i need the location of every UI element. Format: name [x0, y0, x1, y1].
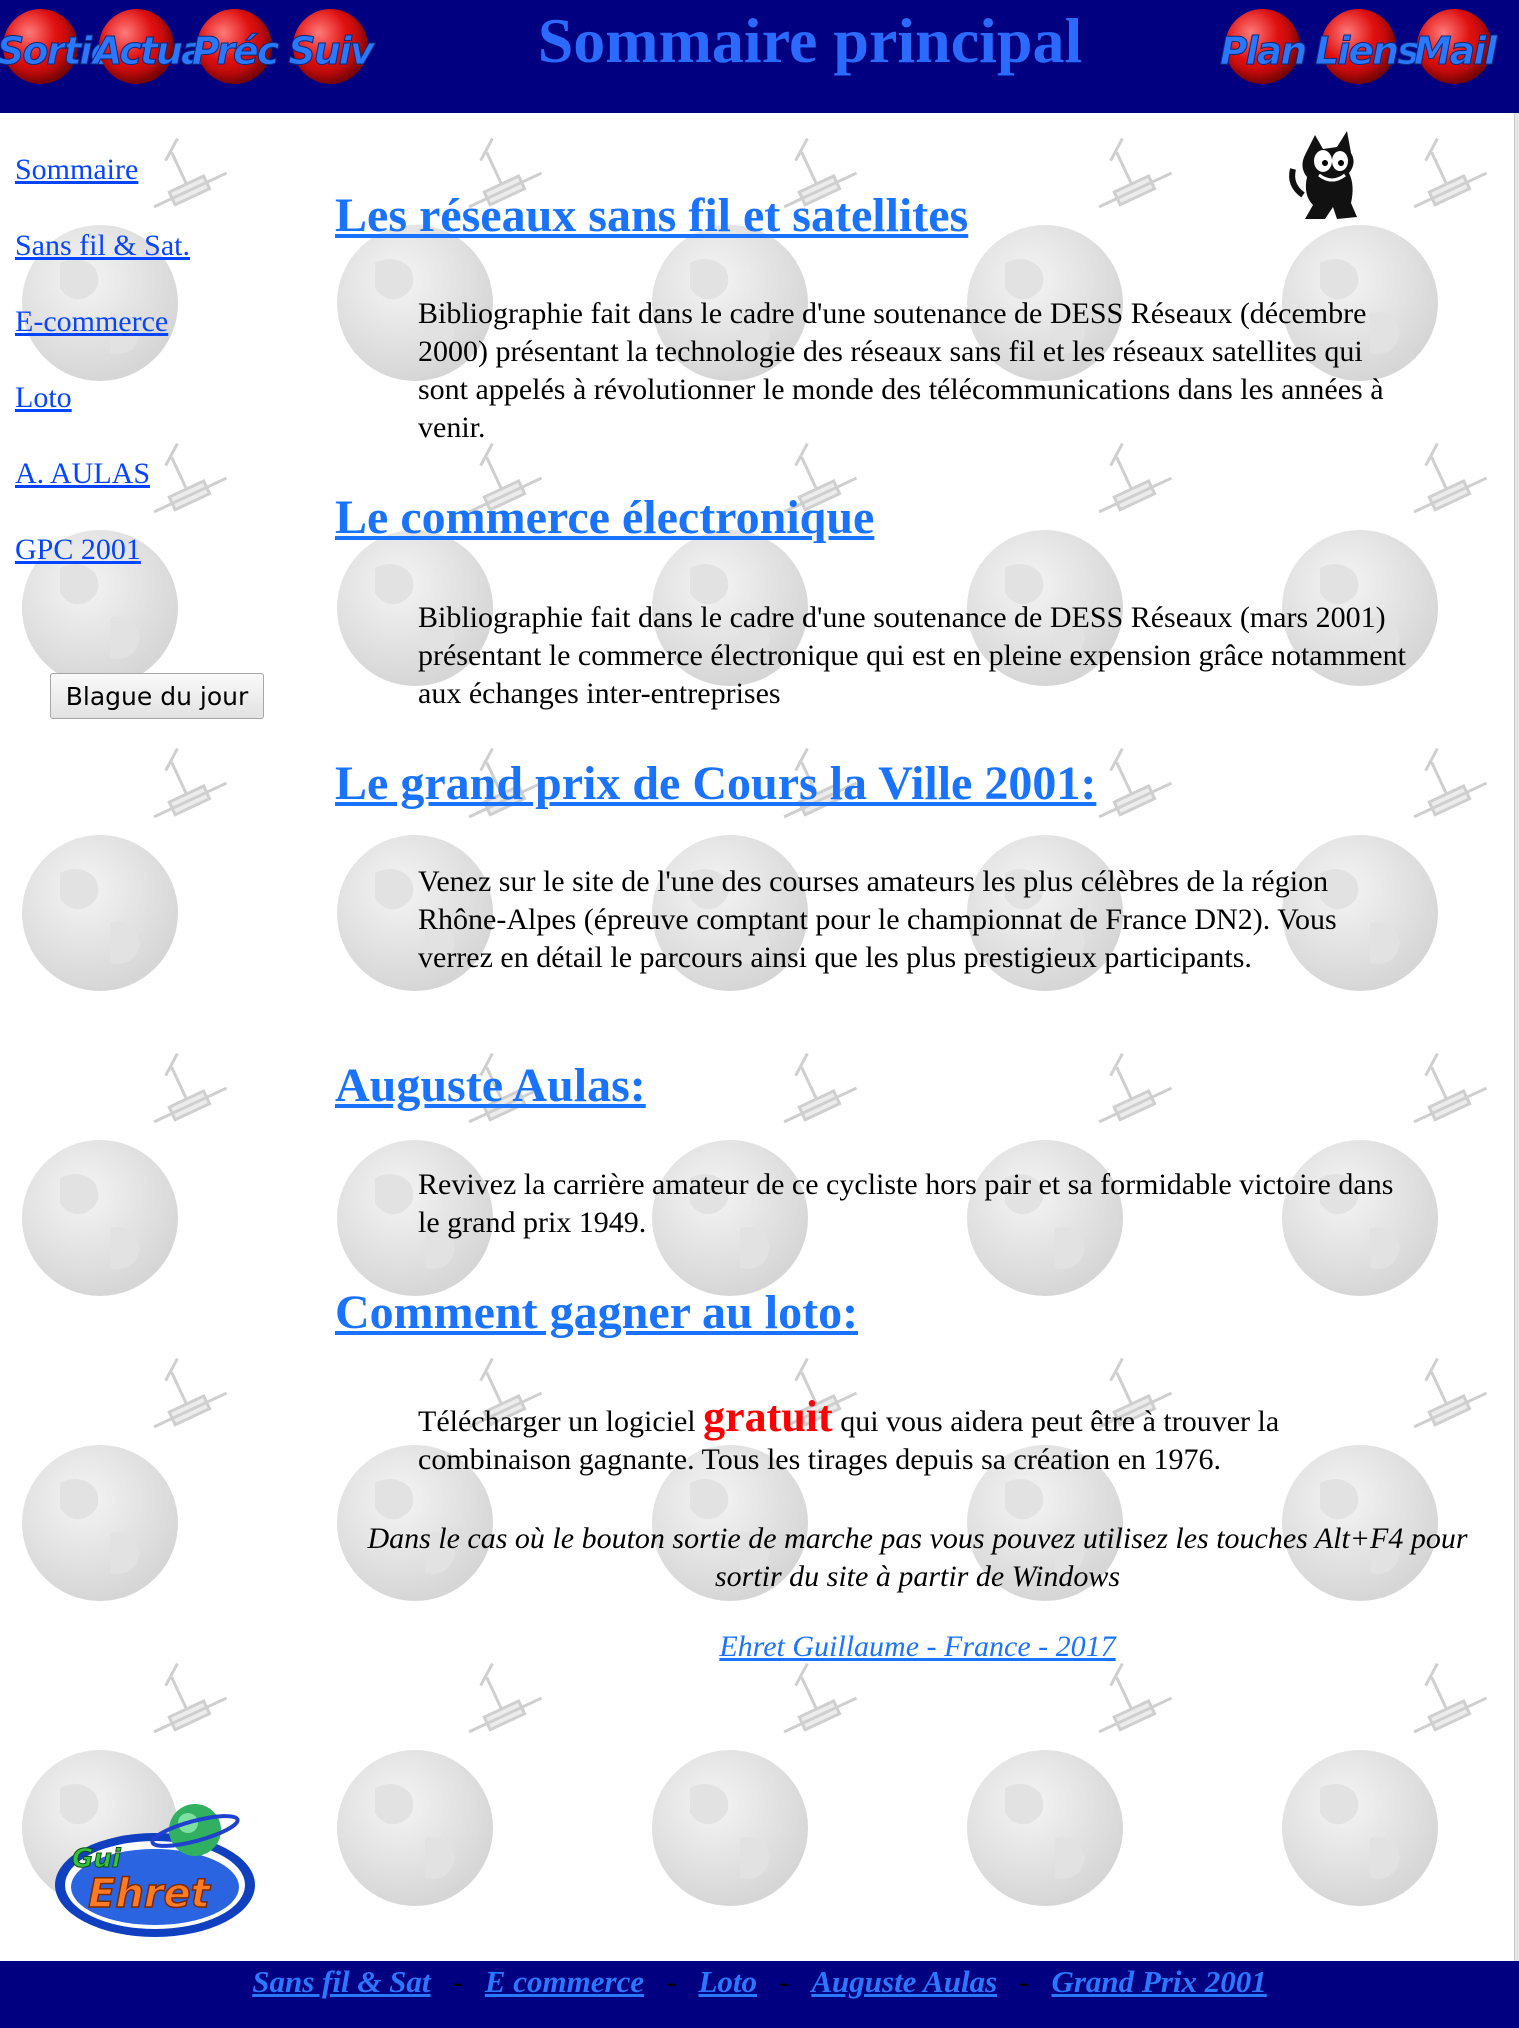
sitemap-button[interactable]: Plan [1219, 9, 1308, 84]
mail-button-label: Mail [1413, 29, 1498, 74]
separator: - [452, 1964, 463, 1999]
sidebar-link-loto[interactable]: Loto [15, 378, 190, 454]
section-title-grand-prix[interactable]: Le grand prix de Cours la Ville 2001: [335, 756, 1096, 811]
section-description-grand-prix: Venez sur le site de l'une des courses a… [418, 865, 1337, 974]
section-title-loto[interactable]: Comment gagner au loto: [335, 1285, 858, 1340]
section-title-ecommerce[interactable]: Le commerce électronique [335, 490, 874, 545]
exit-button-label: Sortie [0, 29, 117, 74]
free-highlight: gratuit [703, 1392, 833, 1441]
previous-button-label: Préc [191, 29, 280, 74]
sidebar-link-e-commerce[interactable]: E-commerce [15, 302, 190, 378]
svg-text:Gui: Gui [72, 1844, 122, 1874]
sidebar-link-sommaire[interactable]: Sommaire [15, 150, 190, 226]
next-button[interactable]: Suiv [288, 9, 375, 84]
section-title-wireless[interactable]: Les réseaux sans fil et satellites [335, 188, 968, 243]
next-button-label: Suiv [288, 29, 375, 74]
sidebar-link-aulas[interactable]: A. AULAS [15, 454, 190, 530]
author-link[interactable]: Ehret Guillaume - France - 2017 [719, 1630, 1115, 1663]
sidebar-link-gpc-2001[interactable]: GPC 2001 [15, 530, 190, 606]
section-description-aulas: Revivez la carrière amateur de ce cyclis… [418, 1168, 1394, 1239]
section-description-loto: Télécharger un logiciel gratuit qui vous… [418, 1395, 1418, 1479]
sidebar-link-sans-fil[interactable]: Sans fil & Sat. [15, 226, 190, 302]
separator: - [666, 1964, 677, 1999]
loto-text-before: Télécharger un logiciel [418, 1405, 696, 1438]
bottom-link-loto[interactable]: Loto [698, 1964, 757, 1999]
joke-of-the-day-button[interactable]: Blague du jour [50, 673, 264, 719]
separator: - [779, 1964, 790, 1999]
exit-instructions-note: Dans le cas où le bouton sortie de march… [367, 1522, 1468, 1593]
section-title-aulas[interactable]: Auguste Aulas: [335, 1058, 646, 1113]
author-credit: Ehret Guillaume - France - 2017 [335, 1630, 1500, 1664]
sidebar-navigation: Sommaire Sans fil & Sat. E-commerce Loto… [15, 150, 190, 606]
scrollbar-edge[interactable] [1514, 113, 1519, 1961]
refresh-button[interactable]: Actual [93, 9, 218, 84]
section-description-wireless: Bibliographie fait dans le cadre d'une s… [418, 297, 1384, 444]
mail-button[interactable]: Mail [1413, 9, 1498, 84]
section-description-ecommerce: Bibliographie fait dans le cadre d'une s… [418, 601, 1406, 710]
svg-text:Ehret: Ehret [88, 1871, 212, 1917]
page-title: Sommaire principal [537, 5, 1083, 76]
sitemap-button-label: Plan [1219, 29, 1308, 74]
previous-button[interactable]: Préc [191, 9, 280, 84]
bottom-navigation-bar: Sans fil & Sat - E commerce - Loto - Auguste A… [0, 1961, 1519, 2028]
top-navigation-bar: Sortie Actual Préc Suiv Sommaire princip… [0, 0, 1519, 113]
exit-button[interactable]: Sortie [0, 9, 117, 84]
gui-ehret-logo: Gui Ehret [55, 1804, 255, 1937]
cat-mascot-icon [1289, 131, 1357, 219]
separator: - [1019, 1964, 1030, 1999]
bottom-link-grand-prix[interactable]: Grand Prix 2001 [1051, 1964, 1266, 1999]
bottom-link-sans-fil[interactable]: Sans fil & Sat [252, 1964, 430, 1999]
links-button[interactable]: Liens [1315, 9, 1420, 84]
bottom-link-ecommerce[interactable]: E commerce [485, 1964, 644, 1999]
links-button-label: Liens [1315, 29, 1421, 74]
refresh-button-label: Actual [93, 29, 219, 74]
bottom-link-aulas[interactable]: Auguste Aulas [811, 1964, 997, 1999]
